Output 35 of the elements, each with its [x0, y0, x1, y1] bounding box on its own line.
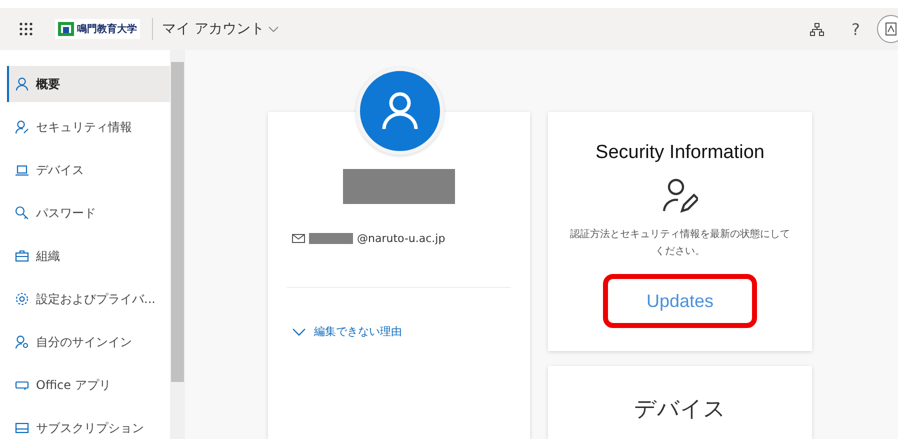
sidebar-icon	[15, 163, 29, 177]
chevron-down-icon[interactable]	[292, 328, 306, 336]
account-avatar-icon[interactable]	[876, 14, 898, 44]
sidebar-icon	[15, 292, 29, 306]
scrollbar[interactable]	[170, 50, 185, 439]
org-chart-icon[interactable]	[810, 22, 824, 36]
sidebar-item[interactable]: セキュリティ情報	[7, 109, 170, 145]
sidebar-item[interactable]: サブスクリプション	[7, 410, 170, 439]
sidebar-icon	[15, 249, 29, 263]
card-title: デバイス	[634, 396, 726, 424]
mail-icon	[292, 234, 305, 243]
sidebar-icon	[15, 77, 29, 91]
app-title[interactable]: マイ アカウント	[162, 20, 264, 38]
sidebar-icon	[15, 120, 29, 134]
email-domain: @naruto-u.ac.jp	[357, 232, 446, 245]
why-cannot-edit-link[interactable]: 編集できない理由	[314, 324, 402, 339]
sidebar-item[interactable]: 設定およびプライバ...	[7, 281, 170, 317]
card-title: Security Information	[596, 142, 764, 164]
card-description: 認証方法とセキュリティ情報を最新の状態にしてください。	[569, 228, 791, 259]
chevron-down-icon[interactable]	[268, 26, 280, 32]
sidebar-icon	[15, 421, 29, 435]
sidebar-item[interactable]: 自分のサインイン	[7, 324, 170, 360]
sidebar-item[interactable]: 概要	[7, 66, 170, 102]
sidebar-item[interactable]: Office アプリ	[7, 367, 170, 403]
sidebar-icon	[15, 206, 29, 220]
person-edit-icon	[662, 178, 698, 214]
help-button[interactable]: ?	[852, 20, 860, 38]
sidebar-item[interactable]: デバイス	[7, 152, 170, 188]
sidebar-icon	[15, 335, 29, 349]
app-launcher-icon[interactable]	[19, 22, 33, 36]
sidebar-item[interactable]: 組織	[7, 238, 170, 274]
university-logo[interactable]: 鳴門教育大学	[55, 19, 140, 39]
scrollbar-thumb[interactable]	[171, 62, 184, 382]
redacted-email	[309, 233, 353, 244]
sidebar-item[interactable]: パスワード	[7, 195, 170, 231]
